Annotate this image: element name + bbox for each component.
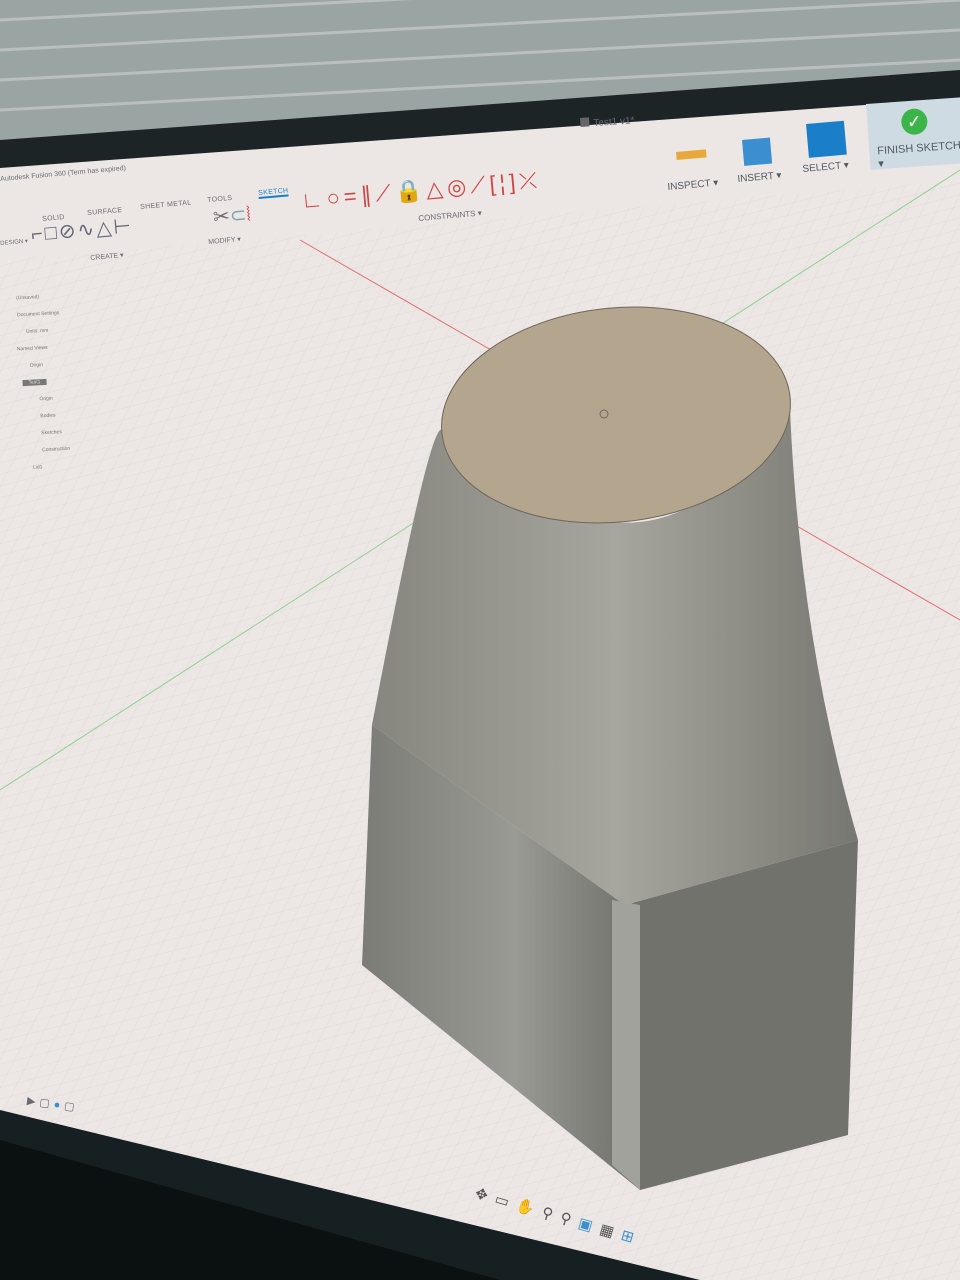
browser-item[interactable]: Construction (42, 446, 71, 464)
browser-item[interactable]: Lid1 (33, 463, 72, 482)
perpendicular-icon[interactable]: ∟ (300, 186, 328, 213)
equal-icon[interactable]: = (343, 183, 362, 209)
browser-item[interactable]: Bodies (40, 412, 69, 430)
midpoint-icon[interactable]: ⟋ (469, 172, 491, 199)
curvature-icon[interactable]: ⤫ (518, 167, 542, 194)
polygon-icon[interactable]: △ (95, 217, 114, 240)
concentric-icon[interactable]: ◎ (446, 173, 471, 200)
browser-panel: (Unsaved) Document Settings Units: mm Na… (4, 293, 72, 483)
browser-item[interactable]: Units: mm (26, 327, 65, 346)
spline-icon[interactable]: ∿ (77, 218, 98, 242)
circle-icon[interactable]: ⊘ (58, 220, 79, 244)
dimension-icon[interactable]: ⊢ (113, 215, 134, 239)
insert-image-icon[interactable] (742, 137, 773, 166)
browser-item[interactable]: Sketches (41, 429, 70, 447)
timeline-feature-icon[interactable]: ▢ (63, 1100, 79, 1114)
document-icon (580, 117, 590, 127)
check-icon: ✓ (900, 107, 929, 136)
browser-item-selected[interactable]: Test1 (22, 378, 47, 387)
symmetry-icon[interactable]: [¦] (488, 169, 520, 197)
finish-sketch-button[interactable]: ✓ FINISH SKETCH ▾ (866, 97, 960, 170)
select-icon[interactable] (806, 120, 847, 158)
tangent-icon[interactable]: ○ (325, 184, 344, 210)
triangle-icon[interactable]: △ (425, 175, 448, 202)
browser-item[interactable]: Origin (30, 361, 67, 380)
offset-icon[interactable]: ⊂ (229, 204, 248, 227)
coincident-icon[interactable]: ⟋ (374, 180, 396, 207)
lock-icon[interactable]: 🔒 (394, 177, 427, 205)
browser-item[interactable]: Origin (39, 395, 68, 413)
modify-tools[interactable]: ✂⊂⦚ (212, 202, 252, 230)
trim-icon[interactable]: ✂ (212, 206, 231, 229)
